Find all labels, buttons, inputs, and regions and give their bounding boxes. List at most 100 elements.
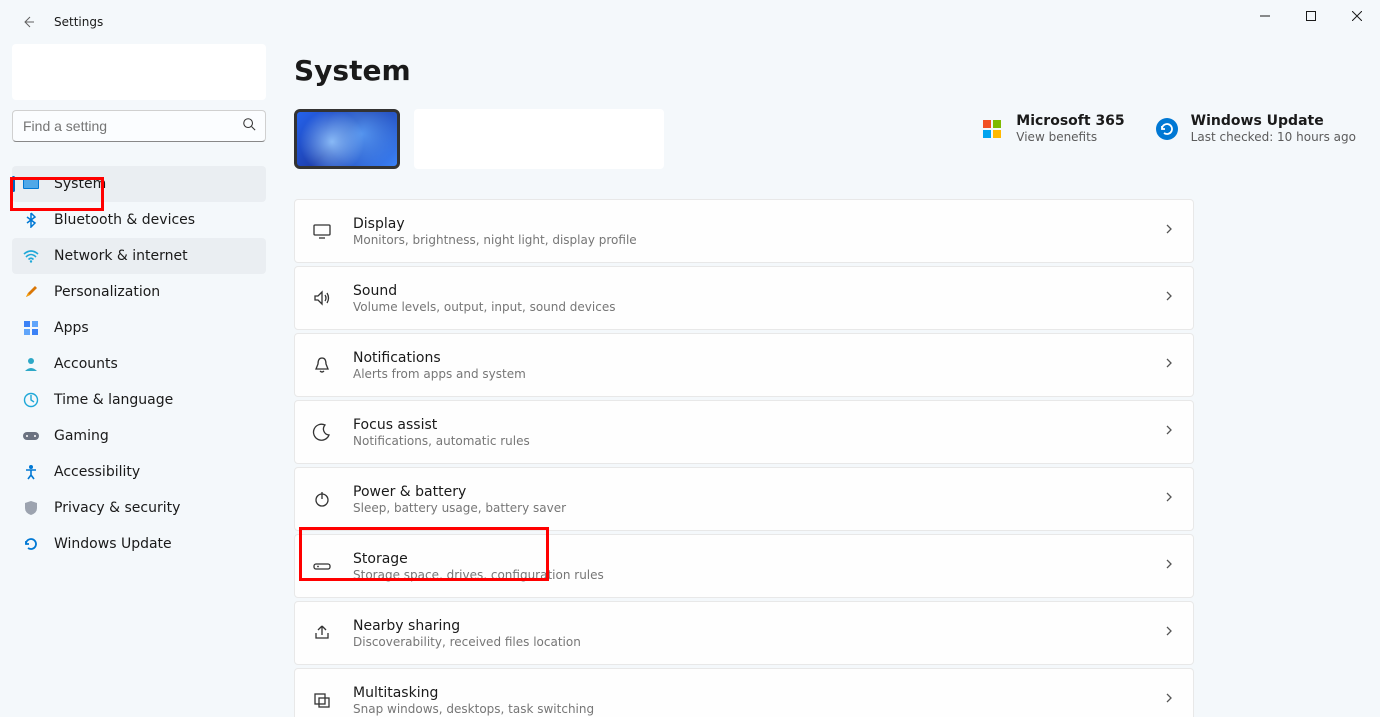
sidebar-nav: System Bluetooth & devices Network & int… — [12, 166, 266, 562]
moon-icon — [309, 419, 335, 445]
card-subtitle: Snap windows, desktops, task switching — [353, 702, 594, 716]
wifi-icon — [22, 247, 40, 265]
setting-storage[interactable]: Storage Storage space, drives, configura… — [294, 534, 1194, 598]
share-icon — [309, 620, 335, 646]
card-title: Notifications — [353, 350, 526, 366]
sidebar-item-label: Apps — [54, 320, 89, 336]
sidebar-item-gaming[interactable]: Gaming — [12, 418, 266, 454]
sidebar-item-update[interactable]: Windows Update — [12, 526, 266, 562]
card-title: Focus assist — [353, 417, 530, 433]
back-button[interactable] — [14, 8, 42, 36]
page-title: System — [294, 54, 1356, 87]
sidebar-item-label: Privacy & security — [54, 500, 180, 516]
sidebar-item-label: Accessibility — [54, 464, 140, 480]
close-icon — [1352, 11, 1362, 21]
setting-multitasking[interactable]: Multitasking Snap windows, desktops, tas… — [294, 668, 1194, 717]
chevron-right-icon — [1163, 625, 1175, 641]
card-title: Power & battery — [353, 484, 566, 500]
sidebar-item-accounts[interactable]: Accounts — [12, 346, 266, 382]
setting-notifications[interactable]: Notifications Alerts from apps and syste… — [294, 333, 1194, 397]
hero-link-subtitle: Last checked: 10 hours ago — [1191, 130, 1356, 144]
card-subtitle: Storage space, drives, configuration rul… — [353, 568, 604, 582]
sidebar-item-label: Gaming — [54, 428, 109, 444]
hero-link-title: Microsoft 365 — [1016, 113, 1124, 129]
storage-icon — [309, 553, 335, 579]
sidebar-item-accessibility[interactable]: Accessibility — [12, 454, 266, 490]
minimize-button[interactable] — [1242, 0, 1288, 32]
chevron-right-icon — [1163, 491, 1175, 507]
card-subtitle: Alerts from apps and system — [353, 367, 526, 381]
setting-focus-assist[interactable]: Focus assist Notifications, automatic ru… — [294, 400, 1194, 464]
settings-list: Display Monitors, brightness, night ligh… — [294, 199, 1194, 717]
microsoft-365-link[interactable]: Microsoft 365 View benefits — [980, 113, 1124, 144]
titlebar: Settings — [0, 0, 1380, 44]
search-wrap — [12, 110, 266, 142]
card-subtitle: Volume levels, output, input, sound devi… — [353, 300, 615, 314]
setting-display[interactable]: Display Monitors, brightness, night ligh… — [294, 199, 1194, 263]
power-icon — [309, 486, 335, 512]
card-subtitle: Discoverability, received files location — [353, 635, 581, 649]
search-input[interactable] — [12, 110, 266, 142]
gamepad-icon — [22, 427, 40, 445]
chevron-right-icon — [1163, 223, 1175, 239]
maximize-icon — [1306, 11, 1316, 21]
hero-row: Microsoft 365 View benefits Windows Upda… — [294, 109, 1356, 169]
card-title: Nearby sharing — [353, 618, 581, 634]
card-title: Sound — [353, 283, 615, 299]
bluetooth-icon — [22, 211, 40, 229]
sidebar-item-time[interactable]: Time & language — [12, 382, 266, 418]
sidebar-item-label: Personalization — [54, 284, 160, 300]
apps-icon — [22, 319, 40, 337]
sidebar: System Bluetooth & devices Network & int… — [0, 44, 278, 717]
content-area: System Microsoft 365 View benefits — [278, 44, 1380, 717]
setting-sound[interactable]: Sound Volume levels, output, input, soun… — [294, 266, 1194, 330]
card-subtitle: Sleep, battery usage, battery saver — [353, 501, 566, 515]
sidebar-item-apps[interactable]: Apps — [12, 310, 266, 346]
window-controls — [1242, 0, 1380, 32]
setting-nearby-sharing[interactable]: Nearby sharing Discoverability, received… — [294, 601, 1194, 665]
chevron-right-icon — [1163, 424, 1175, 440]
close-button[interactable] — [1334, 0, 1380, 32]
device-thumbnail[interactable] — [294, 109, 400, 169]
card-subtitle: Notifications, automatic rules — [353, 434, 530, 448]
shield-icon — [22, 499, 40, 517]
sidebar-item-label: System — [54, 176, 106, 192]
sidebar-item-system[interactable]: System — [12, 166, 266, 202]
sidebar-item-bluetooth[interactable]: Bluetooth & devices — [12, 202, 266, 238]
sync-icon — [22, 535, 40, 553]
hero-link-subtitle: View benefits — [1016, 130, 1124, 144]
card-title: Storage — [353, 551, 604, 567]
device-info-block[interactable] — [414, 109, 664, 169]
chevron-right-icon — [1163, 357, 1175, 373]
maximize-button[interactable] — [1288, 0, 1334, 32]
multitasking-icon — [309, 687, 335, 713]
sidebar-item-privacy[interactable]: Privacy & security — [12, 490, 266, 526]
window-title: Settings — [54, 15, 103, 29]
hero-link-title: Windows Update — [1191, 113, 1356, 129]
globe-clock-icon — [22, 391, 40, 409]
user-account-block[interactable] — [12, 44, 266, 100]
sidebar-item-network[interactable]: Network & internet — [12, 238, 266, 274]
sidebar-item-label: Windows Update — [54, 536, 172, 552]
sidebar-item-personalization[interactable]: Personalization — [12, 274, 266, 310]
minimize-icon — [1260, 11, 1270, 21]
card-title: Multitasking — [353, 685, 594, 701]
monitor-icon — [309, 218, 335, 244]
bell-icon — [309, 352, 335, 378]
chevron-right-icon — [1163, 290, 1175, 306]
accessibility-icon — [22, 463, 40, 481]
card-subtitle: Monitors, brightness, night light, displ… — [353, 233, 637, 247]
card-title: Display — [353, 216, 637, 232]
arrow-left-icon — [20, 14, 36, 30]
setting-power-battery[interactable]: Power & battery Sleep, battery usage, ba… — [294, 467, 1194, 531]
chevron-right-icon — [1163, 692, 1175, 708]
microsoft-365-icon — [980, 117, 1004, 141]
sidebar-item-label: Accounts — [54, 356, 118, 372]
sidebar-item-label: Time & language — [54, 392, 173, 408]
display-icon — [22, 175, 40, 193]
windows-update-link[interactable]: Windows Update Last checked: 10 hours ag… — [1155, 113, 1356, 144]
sound-icon — [309, 285, 335, 311]
chevron-right-icon — [1163, 558, 1175, 574]
sync-circle-icon — [1155, 117, 1179, 141]
sidebar-item-label: Network & internet — [54, 248, 188, 264]
